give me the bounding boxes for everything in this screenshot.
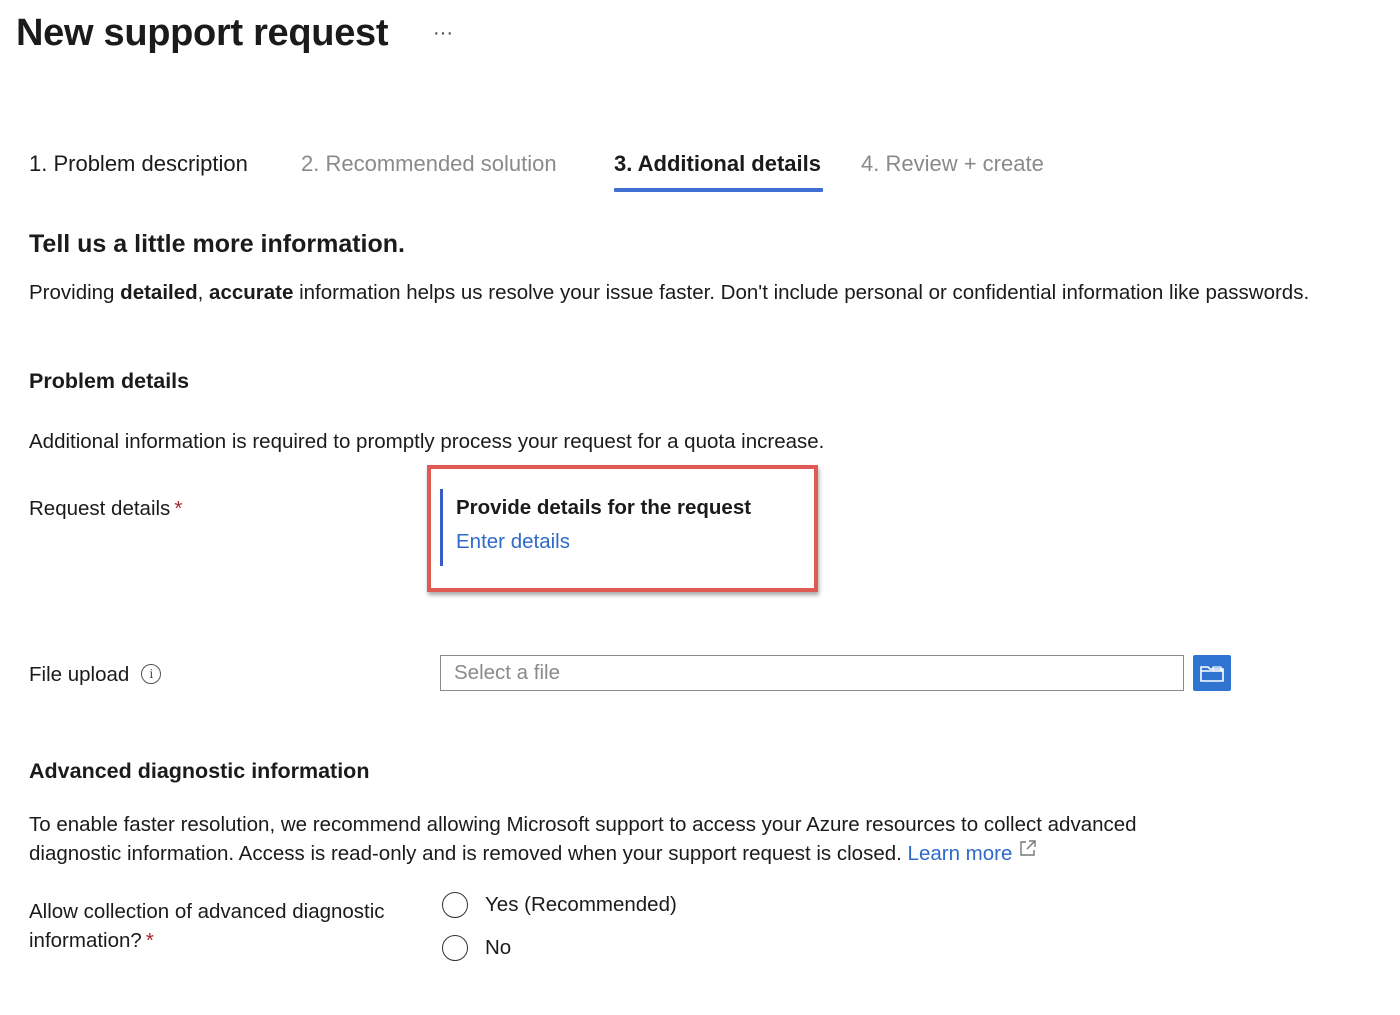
diagnostics-description: To enable faster resolution, we recommen…	[29, 810, 1137, 869]
radio-no-label: No	[485, 936, 512, 959]
tab-additional-details[interactable]: 3. Additional details	[614, 146, 821, 182]
external-link-icon	[1018, 837, 1038, 866]
file-upload-input[interactable]	[440, 655, 1184, 691]
intro-bold-detailed: detailed	[120, 281, 198, 304]
intro-bold-accurate: accurate	[209, 281, 294, 304]
radio-button-yes[interactable]	[442, 892, 468, 918]
diagnostics-heading: Advanced diagnostic information	[29, 759, 370, 783]
info-heading: Tell us a little more information.	[29, 230, 405, 258]
required-marker: *	[174, 497, 183, 520]
enter-details-link[interactable]: Enter details	[456, 527, 570, 557]
tab-problem-description[interactable]: 1. Problem description	[29, 146, 248, 182]
tab-recommended-solution[interactable]: 2. Recommended solution	[301, 146, 557, 182]
more-options-button[interactable]: ···	[428, 18, 458, 48]
diagnostics-description-line1: To enable faster resolution, we recommen…	[29, 813, 1137, 836]
request-details-text: Request details	[29, 497, 171, 520]
diagnostics-description-line2: diagnostic information. Access is read-o…	[29, 842, 902, 865]
required-marker: *	[145, 929, 154, 952]
radio-yes-label: Yes (Recommended)	[485, 893, 677, 916]
problem-details-heading: Problem details	[29, 369, 190, 393]
allow-collection-label: Allow collection of advanced diagnostic …	[29, 897, 385, 955]
intro-text-1: Providing	[29, 281, 121, 304]
browse-file-button[interactable]	[1193, 655, 1231, 691]
info-description: Providing detailed, accurate information…	[29, 278, 1309, 308]
intro-text-2: ,	[197, 281, 210, 304]
request-details-card: Provide details for the request Enter de…	[440, 489, 803, 566]
info-icon[interactable]: i	[141, 663, 162, 684]
page-title: New support request	[16, 12, 389, 54]
radio-button-no[interactable]	[442, 935, 468, 961]
more-icon: ···	[433, 22, 453, 44]
file-upload-text: File upload	[29, 663, 130, 686]
folder-icon	[1200, 666, 1224, 682]
learn-more-link[interactable]: Learn more	[908, 842, 1013, 865]
request-details-label: Request details *	[29, 494, 182, 523]
allow-collection-line2: information?	[29, 929, 142, 952]
problem-details-description: Additional information is required to pr…	[29, 430, 825, 453]
allow-collection-line2-row: information? *	[29, 926, 385, 955]
request-card-title: Provide details for the request	[456, 496, 752, 519]
file-upload-label: File upload i	[29, 660, 162, 689]
allow-collection-line1: Allow collection of advanced diagnostic	[29, 900, 385, 923]
intro-text-3: information helps us resolve your issue …	[293, 281, 1310, 304]
active-tab-indicator	[614, 188, 823, 192]
tab-review-create[interactable]: 4. Review + create	[861, 146, 1044, 182]
diagnostics-description-line2-row: diagnostic information. Access is read-o…	[29, 839, 1137, 869]
